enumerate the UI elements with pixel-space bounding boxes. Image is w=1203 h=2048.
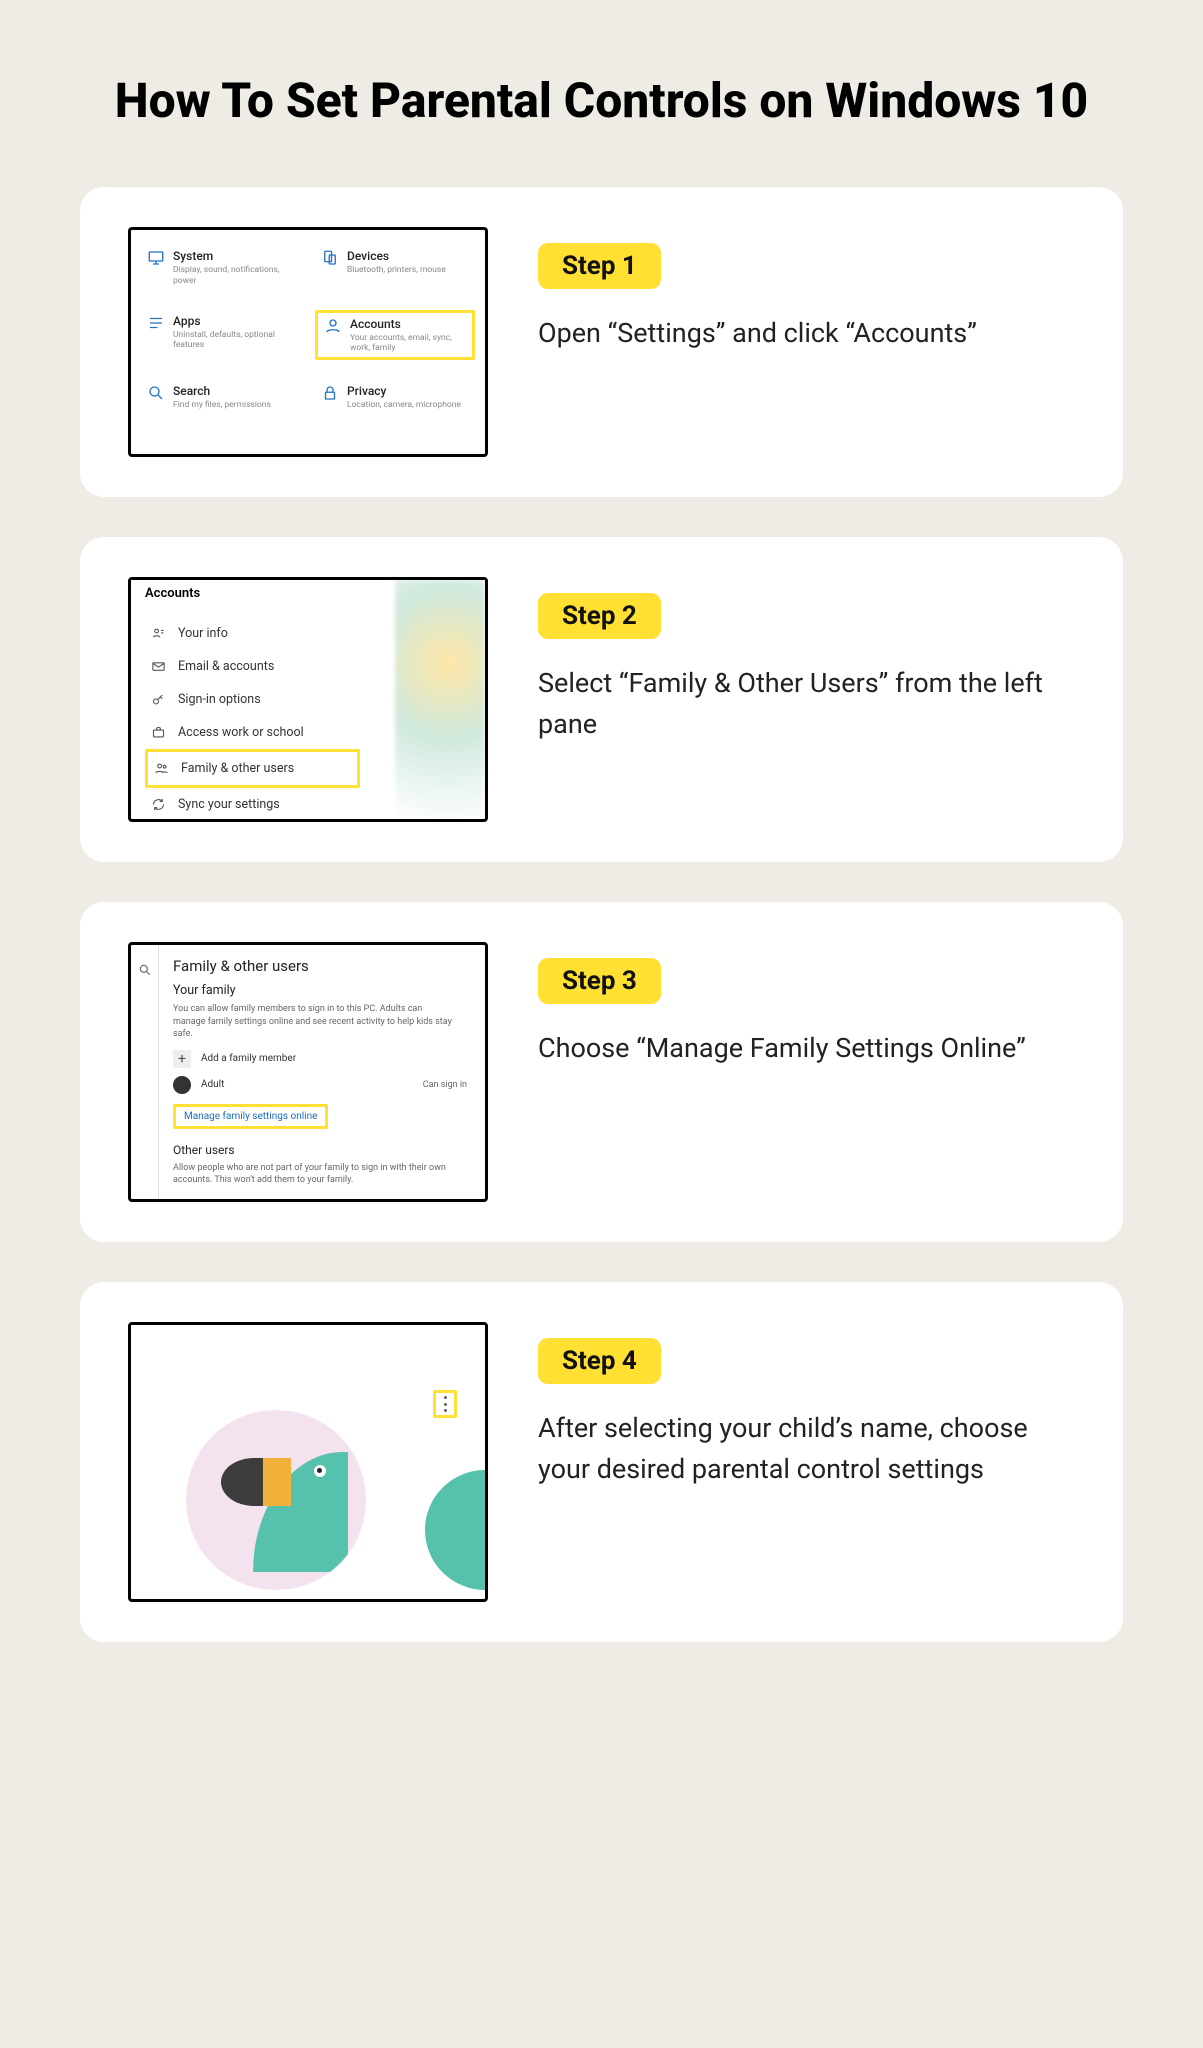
other-users-title: Other users	[173, 1143, 471, 1157]
settings-tile-accounts[interactable]: AccountsYour accounts, email, sync, work…	[315, 310, 475, 360]
settings-tile-system[interactable]: SystemDisplay, sound, notifications, pow…	[141, 245, 301, 289]
family-description: You can allow family members to sign in …	[173, 1003, 453, 1039]
search-icon	[147, 384, 165, 402]
step-card-3: Family & other users Your family You can…	[80, 902, 1123, 1242]
search-icon	[138, 962, 152, 1199]
apps-icon	[147, 314, 165, 332]
step-badge: Step 4	[538, 1338, 661, 1384]
white-header-bar	[131, 1325, 485, 1380]
manage-family-link[interactable]: Manage family settings online	[173, 1104, 328, 1129]
id-icon	[151, 626, 166, 641]
step-badge: Step 3	[538, 958, 661, 1004]
step-text: Open “Settings” and click “Accounts”	[538, 313, 1075, 354]
nav-signin[interactable]: Sign-in options	[145, 683, 360, 716]
your-family-subtitle: Your family	[173, 983, 471, 998]
family-member-adult[interactable]: Adult Can sign in	[173, 1076, 471, 1094]
family-title: Family & other users	[173, 957, 471, 975]
vertical-dots-icon	[444, 1396, 447, 1412]
lock-icon	[321, 384, 339, 402]
can-signin-label: Can sign in	[423, 1080, 467, 1090]
add-icon: +	[486, 1515, 488, 1562]
screenshot-family-web: +	[128, 1322, 488, 1602]
page-title: How To Set Parental Controls on Windows …	[80, 70, 1123, 132]
add-family-member[interactable]: + Add a family member	[173, 1050, 471, 1068]
plus-icon: +	[173, 1050, 191, 1068]
nav-email[interactable]: Email & accounts	[145, 650, 360, 683]
nav-work[interactable]: Access work or school	[145, 716, 360, 749]
step-badge: Step 2	[538, 593, 661, 639]
screenshot-accounts-nav: Accounts Your info Email & accounts Sign…	[128, 577, 488, 822]
nav-your-info[interactable]: Your info	[145, 617, 360, 650]
second-avatar[interactable]	[425, 1470, 488, 1590]
other-users-description: Allow people who are not part of your fa…	[173, 1162, 453, 1186]
child-avatar[interactable]	[186, 1410, 366, 1590]
mail-icon	[151, 659, 166, 674]
step-text: Select “Family & Other Users” from the l…	[538, 663, 1075, 744]
avatar-icon	[173, 1076, 191, 1094]
devices-icon	[321, 249, 339, 267]
settings-tile-devices[interactable]: DevicesBluetooth, printers, mouse	[315, 245, 475, 289]
person-icon	[324, 317, 342, 335]
display-icon	[147, 249, 165, 267]
settings-tile-apps[interactable]: AppsUninstall, defaults, optional featur…	[141, 310, 301, 360]
step-card-4: + Step 4 After selecting your child’s na…	[80, 1282, 1123, 1642]
settings-tile-privacy[interactable]: PrivacyLocation, camera, microphone	[315, 380, 475, 414]
more-options-button[interactable]	[433, 1390, 457, 1418]
nav-family[interactable]: Family & other users	[145, 749, 360, 788]
sync-icon	[151, 797, 166, 812]
step-card-2: Accounts Your info Email & accounts Sign…	[80, 537, 1123, 862]
step-badge: Step 1	[538, 243, 661, 289]
screenshot-settings-home: SystemDisplay, sound, notifications, pow…	[128, 227, 488, 457]
key-icon	[151, 692, 166, 707]
nav-sync[interactable]: Sync your settings	[145, 788, 360, 821]
briefcase-icon	[151, 725, 166, 740]
step-card-1: SystemDisplay, sound, notifications, pow…	[80, 187, 1123, 497]
settings-tile-search[interactable]: SearchFind my files, permissions	[141, 380, 301, 414]
family-icon	[154, 761, 169, 776]
screenshot-family-settings: Family & other users Your family You can…	[128, 942, 488, 1202]
step-text: After selecting your child’s name, choos…	[538, 1408, 1075, 1489]
step-text: Choose “Manage Family Settings Online”	[538, 1028, 1075, 1069]
